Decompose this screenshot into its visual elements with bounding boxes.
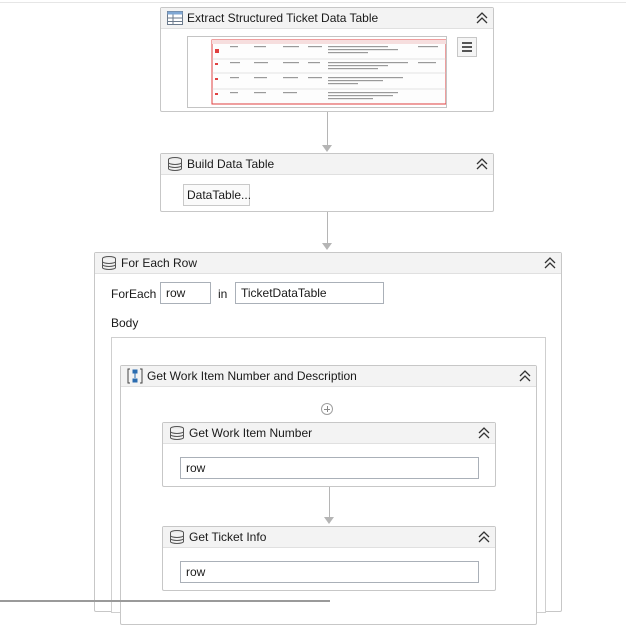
activity-title: For Each Row bbox=[121, 256, 198, 270]
activity-title: Extract Structured Ticket Data Table bbox=[187, 11, 379, 25]
in-label: in bbox=[218, 287, 228, 301]
collection-input[interactable] bbox=[235, 282, 384, 304]
table-extract-icon bbox=[167, 11, 183, 25]
flow-connector bbox=[329, 487, 330, 517]
flow-connector bbox=[327, 112, 328, 145]
hamburger-menu-icon[interactable] bbox=[457, 37, 477, 57]
double-chevron-up-icon[interactable] bbox=[518, 368, 532, 384]
flow-arrow bbox=[322, 145, 332, 152]
foreach-item-input[interactable] bbox=[160, 282, 211, 304]
get-ticket-info-activity[interactable]: Get Ticket Info bbox=[162, 526, 496, 591]
double-chevron-up-icon[interactable] bbox=[475, 10, 489, 26]
activity-title: Get Work Item Number and Description bbox=[147, 369, 357, 383]
double-chevron-up-icon[interactable] bbox=[477, 529, 491, 545]
datarow-input[interactable] bbox=[180, 561, 479, 583]
for-each-icon bbox=[102, 256, 116, 270]
flow-connector bbox=[327, 212, 328, 243]
data-table-icon bbox=[168, 157, 182, 171]
for-each-row-activity[interactable]: For Each Row ForEach in Body Get Work It… bbox=[94, 252, 562, 625]
top-divider bbox=[0, 2, 626, 3]
add-activity-icon[interactable] bbox=[321, 403, 333, 415]
get-work-item-number-activity[interactable]: Get Work Item Number bbox=[162, 422, 496, 487]
extraction-preview-image bbox=[187, 36, 447, 108]
data-table-icon bbox=[170, 530, 184, 544]
data-table-icon bbox=[170, 426, 184, 440]
flow-arrow bbox=[324, 517, 334, 524]
activity-header[interactable]: Extract Structured Ticket Data Table bbox=[161, 8, 493, 29]
activity-header[interactable]: Get Work Item Number and Description bbox=[121, 366, 536, 387]
double-chevron-up-icon[interactable] bbox=[475, 156, 489, 172]
datarow-input[interactable] bbox=[180, 457, 479, 479]
body-label: Body bbox=[111, 316, 139, 330]
activity-header[interactable]: For Each Row bbox=[95, 253, 561, 274]
sequence-activity[interactable]: Get Work Item Number and Description Get… bbox=[120, 365, 537, 625]
double-chevron-up-icon[interactable] bbox=[543, 255, 557, 271]
foreach-body-container[interactable]: Get Work Item Number and Description Get… bbox=[111, 337, 546, 625]
sequence-icon bbox=[127, 368, 143, 384]
activity-header[interactable]: Get Work Item Number bbox=[163, 423, 495, 444]
datatable-editor-button[interactable]: DataTable... bbox=[183, 184, 251, 206]
activity-title: Get Ticket Info bbox=[189, 530, 267, 544]
build-data-table-activity[interactable]: Build Data Table DataTable... bbox=[160, 153, 494, 212]
activity-header[interactable]: Get Ticket Info bbox=[163, 527, 495, 548]
foreach-label: ForEach bbox=[111, 287, 157, 301]
activity-title: Build Data Table bbox=[187, 157, 275, 171]
double-chevron-up-icon[interactable] bbox=[477, 425, 491, 441]
activity-header[interactable]: Build Data Table bbox=[161, 154, 493, 175]
flow-arrow bbox=[322, 243, 332, 250]
activity-title: Get Work Item Number bbox=[189, 426, 313, 440]
preview-table-graphic bbox=[188, 37, 446, 107]
extract-structured-data-activity[interactable]: Extract Structured Ticket Data Table bbox=[160, 7, 494, 112]
